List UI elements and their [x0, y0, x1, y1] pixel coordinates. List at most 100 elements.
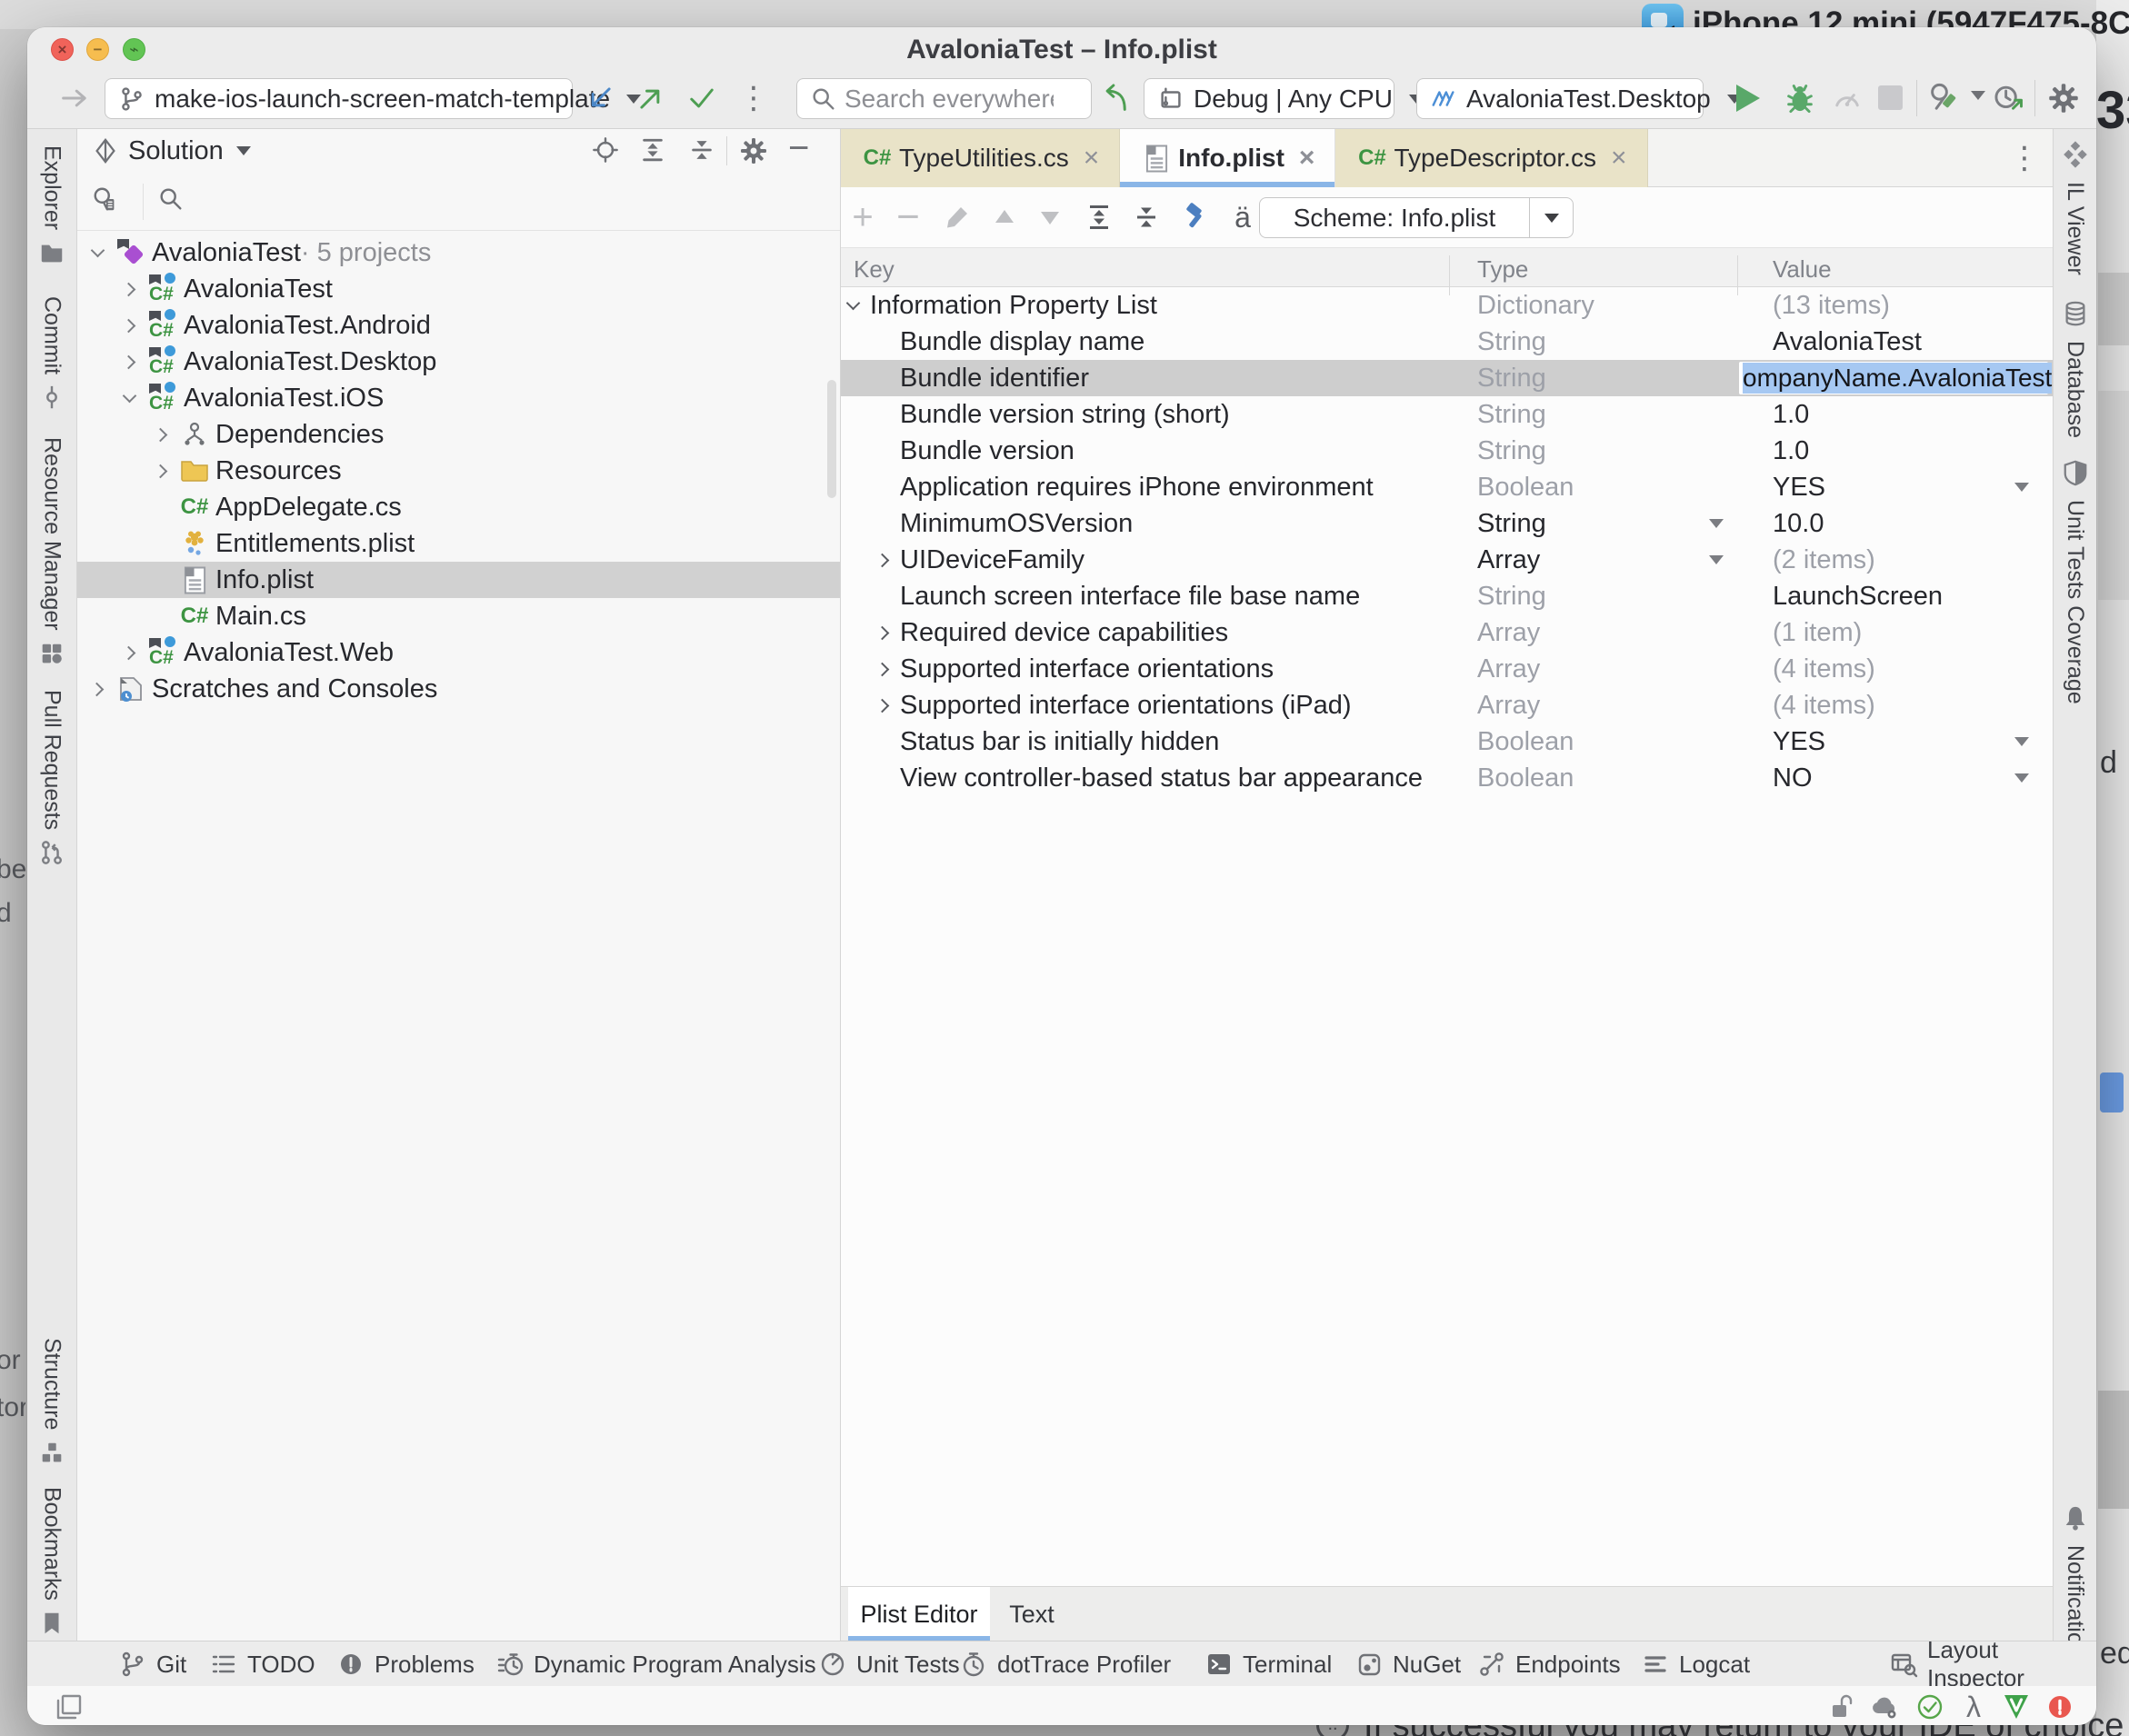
plist-value[interactable]: 10.0	[1773, 509, 1824, 539]
plist-type[interactable]: Boolean	[1477, 473, 1574, 503]
statusbar-item-logcat[interactable]: Logcat	[1641, 1641, 1750, 1687]
tool-window-tab-commit[interactable]: Commit	[27, 296, 76, 415]
plist-row-bundle-display-name[interactable]: Bundle display nameStringAvaloniaTest	[841, 324, 2053, 360]
plist-row-bundle-version-string-short[interactable]: Bundle version string (short)String1.0	[841, 396, 2053, 433]
plist-type[interactable]: Array	[1477, 545, 1540, 575]
tool-window-tab-structure[interactable]: Structure	[27, 1338, 76, 1471]
solution-view-selector[interactable]: Solution −	[77, 129, 840, 173]
editor-tab-infoplist[interactable]: Info.plist ×	[1120, 129, 1335, 187]
statusbar-item-unit-tests[interactable]: Unit Tests	[818, 1641, 960, 1687]
tree-chevron-right-icon[interactable]	[115, 347, 144, 376]
statusbar-item-todo[interactable]: TODO	[209, 1641, 315, 1687]
close-icon[interactable]: ×	[1084, 145, 1100, 172]
tree-item-avaloniatest-desktop[interactable]: C#AvaloniaTest.Desktop	[77, 344, 840, 380]
tree-item-scratches-and-consoles[interactable]: Scratches and Consoles	[77, 671, 840, 707]
select-opened-file-icon[interactable]	[92, 185, 119, 213]
plist-type[interactable]: Array	[1477, 654, 1540, 684]
type-dropdown-icon[interactable]	[1709, 555, 1724, 564]
tree-item-avaloniatest[interactable]: C#AvaloniaTest	[77, 271, 840, 307]
plist-row-bundle-version[interactable]: Bundle versionString1.0	[841, 433, 2053, 469]
run-target-selector[interactable]: AvaloniaTest.Desktop	[1416, 78, 1704, 119]
plist-value[interactable]: AvaloniaTest	[1773, 327, 1922, 357]
search-everywhere-input[interactable]	[845, 85, 1054, 114]
bundle-identifier-value-input[interactable]: ompanyName.AvaloniaTest	[1739, 362, 2048, 394]
tree-item-avaloniatest[interactable]: AvaloniaTest · 5 projects	[77, 234, 840, 271]
update-project-icon[interactable]	[584, 82, 616, 115]
close-icon[interactable]: ×	[1611, 145, 1627, 172]
tab-plist-editor[interactable]: Plist Editor	[848, 1587, 990, 1641]
lambda-icon[interactable]: λ	[1957, 1691, 1990, 1723]
statusbar-item-dynamic-program-analysis[interactable]: Dynamic Program Analysis	[495, 1641, 816, 1687]
forward-arrow-icon[interactable]	[58, 82, 91, 115]
row-chevron-right-icon[interactable]	[872, 658, 895, 682]
chevron-down-icon[interactable]	[1964, 91, 1985, 100]
tree-item-main-cs[interactable]: C#Main.cs	[77, 598, 840, 634]
close-icon[interactable]: ×	[1299, 145, 1315, 172]
tree-chevron-right-icon[interactable]	[115, 274, 144, 304]
checks-passed-icon[interactable]	[1914, 1691, 1946, 1723]
tree-item-dependencies[interactable]: Dependencies	[77, 416, 840, 453]
hide-panel-icon[interactable]: −	[788, 136, 809, 160]
push-commits-icon[interactable]	[635, 82, 667, 115]
plist-value[interactable]: (1 item)	[1773, 618, 1862, 648]
plist-value[interactable]: LaunchScreen	[1773, 582, 1943, 612]
search-tree-icon[interactable]	[157, 185, 185, 213]
expand-all-icon[interactable]	[639, 136, 666, 164]
plist-type[interactable]: Boolean	[1477, 763, 1574, 793]
expand-all-icon[interactable]	[1083, 201, 1115, 234]
statusbar-item-endpoints[interactable]: Endpoints	[1477, 1641, 1621, 1687]
tool-window-tab-resource-manager[interactable]: Resource Manager	[27, 437, 76, 672]
column-header-type[interactable]: Type	[1477, 255, 1528, 284]
git-branch-selector[interactable]: make-ios-launch-screen-match-template	[105, 78, 573, 119]
plist-value[interactable]: (4 items)	[1773, 654, 1875, 684]
plist-value[interactable]: NO	[1773, 763, 1813, 793]
tree-item-avaloniatest-ios[interactable]: C#AvaloniaTest.iOS	[77, 380, 840, 416]
tool-window-tab-pull-requests[interactable]: Pull Requests	[27, 690, 76, 871]
statusbar-item-git[interactable]: Git	[118, 1641, 186, 1687]
tree-item-resources[interactable]: Resources	[77, 453, 840, 489]
error-notification-icon[interactable]	[2044, 1691, 2076, 1723]
tree-chevron-right-icon[interactable]	[146, 420, 175, 449]
plist-value[interactable]: (13 items)	[1773, 291, 1890, 321]
plist-row-view-controller-based-status-bar-appearance[interactable]: View controller-based status bar appeara…	[841, 760, 2053, 796]
tree-chevron-down-icon[interactable]	[83, 238, 112, 267]
plist-value[interactable]: YES	[1773, 473, 1825, 503]
tree-chevron-right-icon[interactable]	[83, 674, 112, 703]
statusbar-item-nuget[interactable]: NuGet	[1354, 1641, 1461, 1687]
plist-type[interactable]: String	[1477, 327, 1546, 357]
statusbar-item-terminal[interactable]: Terminal	[1204, 1641, 1332, 1687]
column-header-value[interactable]: Value	[1773, 255, 1832, 284]
locate-file-icon[interactable]	[592, 136, 619, 164]
scheme-dropdown-arrow[interactable]	[1529, 198, 1573, 237]
profile-history-icon[interactable]	[1993, 82, 2025, 115]
tool-window-tab-il-viewer[interactable]: IL Viewer	[2054, 141, 2096, 275]
column-header-key[interactable]: Key	[854, 255, 895, 284]
plist-type[interactable]: String	[1477, 436, 1546, 466]
tree-scrollbar-thumb[interactable]	[827, 380, 836, 498]
row-chevron-right-icon[interactable]	[872, 694, 895, 718]
statusbar-item-problems[interactable]: Problems	[336, 1641, 475, 1687]
tree-chevron-right-icon[interactable]	[115, 311, 144, 340]
tree-chevron-down-icon[interactable]	[115, 384, 144, 413]
plist-value[interactable]: 1.0	[1773, 400, 1809, 430]
plist-row-status-bar-is-initially-hidden[interactable]: Status bar is initially hiddenBooleanYES	[841, 723, 2053, 760]
value-dropdown-icon[interactable]	[2014, 483, 2029, 492]
tool-window-tab-unit-tests-coverage[interactable]: Unit Tests Coverage	[2054, 459, 2096, 704]
value-dropdown-icon[interactable]	[2014, 737, 2029, 746]
plist-value[interactable]: 1.0	[1773, 436, 1809, 466]
plist-row-launch-screen-interface-file-base-name[interactable]: Launch screen interface file base nameSt…	[841, 578, 2053, 614]
plist-type[interactable]: String	[1477, 582, 1546, 612]
plist-type[interactable]: Dictionary	[1477, 291, 1594, 321]
tab-list-more-icon[interactable]: ⋮	[2009, 140, 2040, 176]
profiler-snapshot-icon[interactable]	[1927, 82, 1960, 115]
settings-gear-icon[interactable]	[2047, 82, 2080, 115]
plist-type[interactable]: Boolean	[1477, 727, 1574, 757]
tree-chevron-right-icon[interactable]	[146, 456, 175, 485]
editor-tab-typeutilities[interactable]: C# TypeUtilities.cs ×	[841, 129, 1120, 187]
plist-type[interactable]: String	[1477, 400, 1546, 430]
search-everywhere-box[interactable]	[796, 78, 1092, 119]
open-in-xcode-hammer-icon[interactable]	[1179, 201, 1212, 234]
localization-icon[interactable]: ä	[1226, 201, 1259, 234]
tool-window-tab-explorer[interactable]: Explorer	[27, 145, 76, 271]
plist-value[interactable]: (4 items)	[1773, 691, 1875, 721]
